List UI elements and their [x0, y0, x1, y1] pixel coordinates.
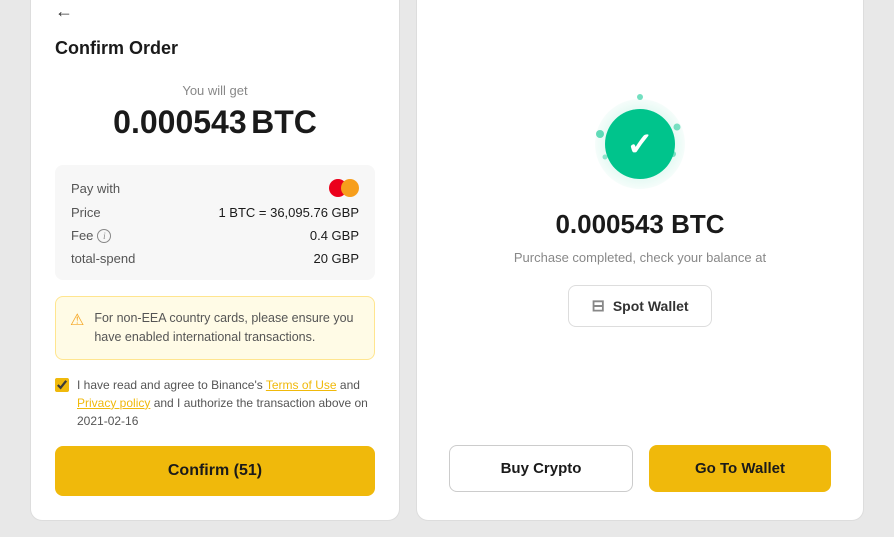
terms-checkbox[interactable] — [55, 378, 69, 392]
total-spend-value: 20 GBP — [313, 251, 359, 266]
privacy-policy-link[interactable]: Privacy policy — [77, 396, 150, 410]
pay-with-value — [329, 179, 359, 197]
confirm-button[interactable]: Confirm (51) — [55, 446, 375, 496]
price-label: Price — [71, 205, 101, 220]
panel-title: Confirm Order — [55, 38, 375, 59]
warning-text: For non-EEA country cards, please ensure… — [94, 309, 360, 347]
pay-with-row: Pay with — [71, 179, 359, 197]
success-panel: ✓ 0.000543 BTC Purchase completed, check… — [416, 0, 864, 521]
fee-row: Fee i 0.4 GBP — [71, 228, 359, 243]
mastercard-icon — [329, 179, 359, 197]
you-will-get-label: You will get — [55, 83, 375, 98]
back-button[interactable]: ← — [55, 1, 73, 22]
go-to-wallet-button[interactable]: Go To Wallet — [649, 445, 831, 492]
success-amount: 0.000543 BTC — [555, 209, 724, 240]
warning-icon: ⚠ — [70, 310, 84, 330]
order-details-box: Pay with Price 1 BTC = 36,095.76 GBP Fee… — [55, 165, 375, 280]
bottom-buttons: Buy Crypto Go To Wallet — [449, 445, 831, 492]
checkmark-icon: ✓ — [627, 125, 654, 163]
receive-amount-value: 0.000543 — [113, 104, 246, 140]
buy-crypto-button[interactable]: Buy Crypto — [449, 445, 633, 492]
fee-value: 0.4 GBP — [310, 228, 359, 243]
back-arrow-icon: ← — [55, 1, 73, 22]
success-subtitle: Purchase completed, check your balance a… — [514, 250, 766, 265]
price-value: 1 BTC = 36,095.76 GBP — [218, 205, 359, 220]
spot-wallet-tag[interactable]: ⊟ Spot Wallet — [568, 285, 711, 327]
confirm-order-panel: ← Confirm Order You will get 0.000543 BT… — [30, 0, 400, 521]
terms-row: I have read and agree to Binance's Terms… — [55, 376, 375, 430]
total-spend-label: total-spend — [71, 251, 135, 266]
terms-text: I have read and agree to Binance's Terms… — [77, 376, 375, 430]
warning-box: ⚠ For non-EEA country cards, please ensu… — [55, 296, 375, 360]
you-will-get-section: You will get 0.000543 BTC — [55, 75, 375, 149]
receive-currency: BTC — [251, 104, 317, 140]
total-spend-row: total-spend 20 GBP — [71, 251, 359, 266]
receive-amount: 0.000543 BTC — [55, 104, 375, 141]
spot-wallet-label: Spot Wallet — [613, 298, 689, 314]
fee-label: Fee i — [71, 228, 111, 243]
price-row: Price 1 BTC = 36,095.76 GBP — [71, 205, 359, 220]
wallet-icon: ⊟ — [591, 296, 604, 316]
terms-of-use-link[interactable]: Terms of Use — [266, 378, 337, 392]
pay-with-label: Pay with — [71, 181, 120, 196]
fee-info-icon[interactable]: i — [97, 229, 111, 243]
success-icon-section: ✓ — [595, 99, 685, 189]
